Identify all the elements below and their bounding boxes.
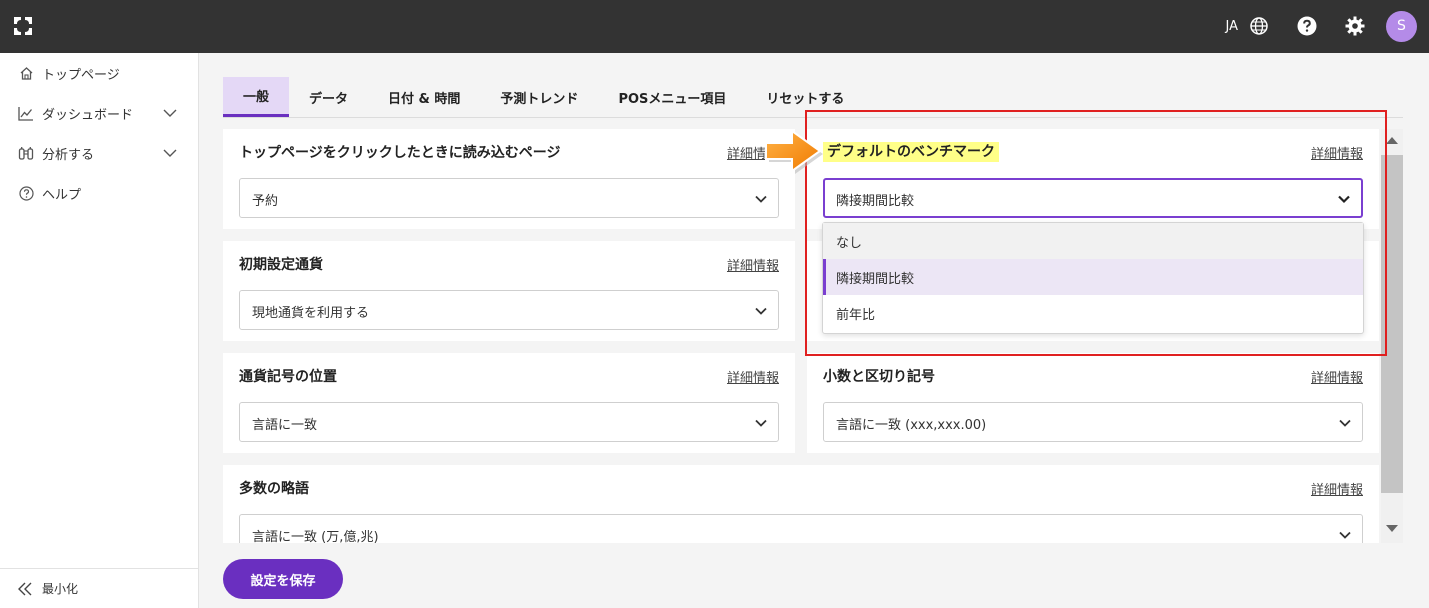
- card-abbreviation: 多数の略語 詳細情報 言語に一致 (万,億,兆): [223, 465, 1379, 543]
- card-benchmark: デフォルトのベンチマーク 詳細情報 隣接期間比較: [807, 129, 1379, 229]
- card-title: 小数と区切り記号: [823, 369, 935, 385]
- card-title: 通貨記号の位置: [239, 369, 337, 385]
- detail-link[interactable]: 詳細情報: [727, 255, 779, 274]
- benchmark-dropdown-menu: なし 隣接期間比較 前年比: [822, 222, 1364, 334]
- tab-reset[interactable]: リセットする: [746, 77, 864, 117]
- settings-content: トップページをクリックしたときに読み込むページ 詳細情報 予約 デフォルトのベン…: [223, 129, 1403, 543]
- home-icon: [18, 65, 34, 81]
- chart-line-icon: [18, 105, 34, 121]
- select-value: 現地通貨を利用する: [252, 306, 370, 321]
- card-title: 初期設定通貨: [239, 257, 323, 273]
- sidebar: トップページ ダッシュボード 分析する ヘルプ 最小化: [0, 53, 199, 608]
- tab-data[interactable]: データ: [289, 77, 368, 117]
- top-page-select[interactable]: 予約: [239, 178, 779, 218]
- card-decimal: 小数と区切り記号 詳細情報 言語に一致 (xxx,xxx.00): [807, 353, 1379, 453]
- scroll-down-arrow-icon[interactable]: [1386, 525, 1398, 532]
- chevron-down-icon: [755, 195, 767, 203]
- abbreviation-select[interactable]: 言語に一致 (万,億,兆): [239, 514, 1363, 543]
- sidebar-item-label: トップページ: [42, 67, 120, 83]
- sidebar-item-analyze[interactable]: 分析する: [18, 142, 188, 164]
- avatar[interactable]: S: [1386, 10, 1417, 42]
- card-title-text: デフォルトのベンチマーク: [823, 142, 999, 162]
- tab-divider: [223, 117, 1403, 118]
- gear-icon[interactable]: [1344, 15, 1366, 37]
- tab-date-time[interactable]: 日付 & 時間: [368, 77, 480, 117]
- tab-bar: 一般 データ 日付 & 時間 予測トレンド POSメニュー項目 リセットする: [223, 77, 864, 117]
- select-value: 隣接期間比較: [836, 194, 915, 209]
- symbol-position-select[interactable]: 言語に一致: [239, 402, 779, 442]
- sidebar-item-label: ダッシュボード: [42, 107, 134, 123]
- card-title: 多数の略語: [239, 481, 309, 497]
- sidebar-item-top-page[interactable]: トップページ: [18, 62, 188, 84]
- detail-link[interactable]: 詳細情報: [1311, 479, 1363, 498]
- sidebar-item-help[interactable]: ヘルプ: [18, 182, 188, 204]
- sidebar-footer: 最小化: [0, 568, 199, 608]
- language-label[interactable]: JA: [1226, 19, 1239, 34]
- scroll-up-arrow-icon[interactable]: [1386, 137, 1398, 144]
- tab-pos-menu-items[interactable]: POSメニュー項目: [598, 77, 746, 117]
- help-icon[interactable]: [1296, 15, 1318, 37]
- dropdown-option-none[interactable]: なし: [823, 223, 1363, 259]
- detail-link[interactable]: 詳細情報: [1311, 367, 1363, 386]
- detail-link[interactable]: 詳細情報: [1311, 143, 1363, 162]
- chevron-down-icon: [1339, 531, 1351, 539]
- app-logo-icon[interactable]: [10, 13, 36, 39]
- scrollbar-thumb[interactable]: [1381, 155, 1403, 493]
- top-right-controls: JA S: [1226, 10, 1417, 42]
- select-value: 言語に一致: [252, 418, 318, 433]
- double-chevron-left-icon: [18, 582, 32, 595]
- card-symbol-position: 通貨記号の位置 詳細情報 言語に一致: [223, 353, 795, 453]
- annotation-arrow-icon: [765, 129, 823, 174]
- question-circle-icon: [18, 185, 34, 201]
- chevron-down-icon: [755, 419, 767, 427]
- select-value: 言語に一致 (xxx,xxx.00): [836, 418, 987, 433]
- card-top-page: トップページをクリックしたときに読み込むページ 詳細情報 予約: [223, 129, 795, 229]
- save-settings-button[interactable]: 設定を保存: [223, 559, 343, 599]
- select-value: 予約: [252, 194, 279, 209]
- minimize-button[interactable]: 最小化: [18, 580, 78, 597]
- dropdown-option-adjacent-period[interactable]: 隣接期間比較: [823, 259, 1363, 295]
- chevron-down-icon: [1338, 195, 1350, 204]
- binoculars-icon: [18, 145, 34, 161]
- top-bar: JA S: [0, 0, 1429, 53]
- dropdown-option-year-over-year[interactable]: 前年比: [823, 295, 1363, 331]
- sidebar-item-label: ヘルプ: [42, 187, 82, 203]
- sidebar-item-dashboard[interactable]: ダッシュボード: [18, 102, 188, 124]
- chevron-down-icon: [755, 307, 767, 315]
- sidebar-item-label: 分析する: [42, 147, 95, 163]
- chevron-down-icon[interactable]: [162, 105, 178, 121]
- chevron-down-icon[interactable]: [162, 145, 178, 161]
- card-currency: 初期設定通貨 詳細情報 現地通貨を利用する: [223, 241, 795, 341]
- select-value: 言語に一致 (万,億,兆): [252, 530, 379, 543]
- currency-select[interactable]: 現地通貨を利用する: [239, 290, 779, 330]
- tab-forecast-trend[interactable]: 予測トレンド: [480, 77, 598, 117]
- benchmark-select[interactable]: 隣接期間比較: [823, 178, 1363, 218]
- detail-link[interactable]: 詳細情報: [727, 367, 779, 386]
- card-title: デフォルトのベンチマーク: [823, 141, 999, 162]
- card-title: トップページをクリックしたときに読み込むページ: [239, 145, 561, 161]
- decimal-select[interactable]: 言語に一致 (xxx,xxx.00): [823, 402, 1363, 442]
- tab-general[interactable]: 一般: [223, 77, 290, 117]
- chevron-down-icon: [1339, 419, 1351, 427]
- minimize-label: 最小化: [42, 582, 79, 596]
- globe-icon[interactable]: [1248, 15, 1270, 37]
